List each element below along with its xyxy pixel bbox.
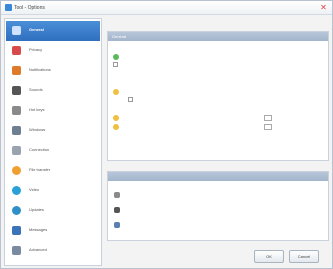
file-transfer-icon bbox=[12, 166, 21, 175]
sidebar-item-label: Connection bbox=[29, 147, 50, 152]
sidebar-item-video[interactable]: Video bbox=[6, 181, 100, 201]
app-icon bbox=[5, 4, 12, 11]
message-icon bbox=[12, 226, 21, 235]
checkbox-4[interactable] bbox=[128, 97, 133, 102]
bell-icon bbox=[12, 66, 21, 75]
sidebar-item-label: Video bbox=[29, 187, 40, 192]
link-icon bbox=[114, 222, 120, 228]
sidebar-item-file-transfer[interactable]: File transfer bbox=[6, 161, 100, 181]
globe-icon bbox=[12, 206, 21, 215]
ok-button[interactable]: OK bbox=[254, 250, 284, 263]
window-title: Tool - Options bbox=[14, 5, 45, 11]
title-bar: Tool - Options ✕ bbox=[1, 1, 332, 15]
sidebar-item-windows[interactable]: Windows bbox=[6, 121, 100, 141]
close-icon[interactable]: ✕ bbox=[319, 3, 328, 12]
radio-1[interactable] bbox=[113, 54, 119, 60]
general-panel: General bbox=[107, 31, 329, 161]
sidebar-item-privacy[interactable]: Privacy bbox=[6, 41, 100, 61]
panel-header: General bbox=[108, 32, 328, 41]
sidebar: General Privacy Notifications Sounds Hot… bbox=[4, 18, 102, 266]
privacy-icon bbox=[12, 46, 21, 55]
sidebar-item-label: Updates bbox=[29, 207, 44, 212]
sidebar-item-label: General bbox=[29, 27, 44, 32]
options-window: Tool - Options ✕ General Privacy Notific… bbox=[0, 0, 333, 269]
keyboard-icon bbox=[12, 106, 21, 115]
gear-icon bbox=[12, 26, 21, 35]
plug-icon bbox=[12, 146, 21, 155]
sidebar-item-label: Messages bbox=[29, 227, 48, 232]
panel-title: General bbox=[112, 34, 127, 39]
link-icon bbox=[114, 192, 120, 198]
video-icon bbox=[12, 186, 21, 195]
sidebar-item-label: Hot keys bbox=[29, 107, 45, 112]
second-panel bbox=[107, 171, 329, 241]
speaker-icon bbox=[12, 86, 21, 95]
radio-6[interactable] bbox=[113, 124, 119, 130]
sidebar-item-label: Notifications bbox=[29, 67, 51, 72]
sidebar-item-label: Privacy bbox=[29, 47, 43, 52]
sidebar-item-hot-keys[interactable]: Hot keys bbox=[6, 101, 100, 121]
option-6-stepper[interactable] bbox=[264, 124, 272, 130]
sidebar-item-label: Sounds bbox=[29, 87, 43, 92]
sidebar-item-sounds[interactable]: Sounds bbox=[6, 81, 100, 101]
radio-5[interactable] bbox=[113, 115, 119, 121]
option-5-stepper[interactable] bbox=[264, 115, 272, 121]
checkbox-2[interactable] bbox=[113, 62, 118, 67]
sidebar-item-label: Advanced bbox=[29, 247, 47, 252]
panel-header bbox=[108, 172, 328, 181]
sidebar-item-notifications[interactable]: Notifications bbox=[6, 61, 100, 81]
link-icon bbox=[114, 207, 120, 213]
sidebar-item-label: File transfer bbox=[29, 167, 51, 172]
cancel-button[interactable]: Cancel bbox=[289, 250, 319, 263]
sidebar-item-messages[interactable]: Messages bbox=[6, 221, 100, 241]
sidebar-item-advanced[interactable]: Advanced bbox=[6, 241, 100, 261]
radio-3[interactable] bbox=[113, 89, 119, 95]
sidebar-item-general[interactable]: General bbox=[6, 21, 100, 41]
window-icon bbox=[12, 126, 21, 135]
sidebar-item-updates[interactable]: Updates bbox=[6, 201, 100, 221]
sidebar-item-connection[interactable]: Connection bbox=[6, 141, 100, 161]
sidebar-item-label: Windows bbox=[29, 127, 46, 132]
advanced-icon bbox=[12, 246, 21, 255]
